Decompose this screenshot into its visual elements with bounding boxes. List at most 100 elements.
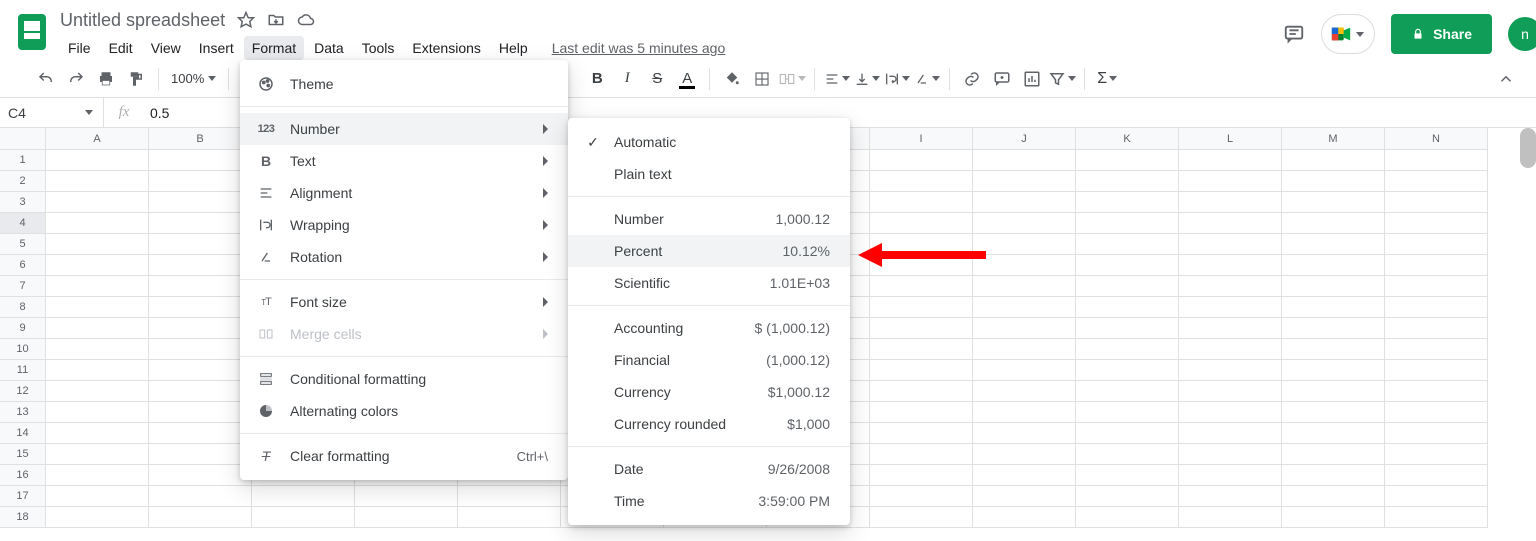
row-header[interactable]: 3 [0,192,46,213]
menu-insert[interactable]: Insert [191,36,242,60]
number-format-time[interactable]: Time 3:59:00 PM [568,485,850,517]
cell[interactable] [1179,213,1282,234]
cell[interactable] [252,486,355,507]
cell[interactable] [1076,507,1179,528]
cell[interactable] [149,213,252,234]
cell[interactable] [973,465,1076,486]
row-header[interactable]: 10 [0,339,46,360]
cell[interactable] [149,339,252,360]
column-header[interactable]: K [1076,128,1179,150]
column-header[interactable]: A [46,128,149,150]
cell[interactable] [149,318,252,339]
cell[interactable] [1282,318,1385,339]
row-header[interactable]: 16 [0,465,46,486]
cell[interactable] [149,297,252,318]
cell[interactable] [1385,486,1488,507]
cell[interactable] [1385,339,1488,360]
cell[interactable] [870,213,973,234]
select-all-corner[interactable] [0,128,46,150]
cell[interactable] [973,150,1076,171]
cell[interactable] [46,423,149,444]
account-avatar[interactable]: n [1508,17,1536,51]
cell[interactable] [1076,360,1179,381]
cell[interactable] [870,234,973,255]
cell[interactable] [870,339,973,360]
cell[interactable] [1076,465,1179,486]
cell[interactable] [1179,150,1282,171]
cell[interactable] [870,318,973,339]
cell[interactable] [973,255,1076,276]
row-header[interactable]: 4 [0,213,46,234]
cell[interactable] [870,192,973,213]
format-menu-rotation[interactable]: Rotation [240,241,568,273]
sheets-logo[interactable] [12,12,52,52]
cell[interactable] [1282,255,1385,276]
number-format-date[interactable]: Date 9/26/2008 [568,453,850,485]
cell[interactable] [149,234,252,255]
cell[interactable] [149,381,252,402]
cell[interactable] [46,507,149,528]
format-menu-wrapping[interactable]: Wrapping [240,209,568,241]
number-format-percent[interactable]: Percent 10.12% [568,235,850,267]
cell[interactable] [870,507,973,528]
row-header[interactable]: 7 [0,276,46,297]
column-header[interactable]: L [1179,128,1282,150]
cell[interactable] [870,255,973,276]
row-header[interactable]: 14 [0,423,46,444]
cell[interactable] [458,507,561,528]
cell[interactable] [1076,276,1179,297]
cell[interactable] [973,486,1076,507]
cell[interactable] [1282,192,1385,213]
format-menu-number[interactable]: 123 Number [240,113,568,145]
row-header[interactable]: 12 [0,381,46,402]
cell[interactable] [149,465,252,486]
cell[interactable] [973,360,1076,381]
format-menu-theme[interactable]: Theme [240,68,568,100]
vertical-align-button[interactable] [853,65,881,93]
cell[interactable] [870,486,973,507]
vertical-scrollbar[interactable] [1520,128,1536,168]
collapse-toolbar-button[interactable] [1492,65,1520,93]
row-header[interactable]: 8 [0,297,46,318]
borders-button[interactable] [748,65,776,93]
format-menu-text[interactable]: B Text [240,145,568,177]
cell[interactable] [1282,297,1385,318]
cell[interactable] [1385,381,1488,402]
cell[interactable] [1179,192,1282,213]
cell[interactable] [149,171,252,192]
cell[interactable] [46,360,149,381]
row-header[interactable]: 9 [0,318,46,339]
cell[interactable] [46,465,149,486]
cell[interactable] [1076,150,1179,171]
cell[interactable] [46,213,149,234]
insert-chart-button[interactable] [1018,65,1046,93]
cell[interactable] [870,465,973,486]
cell[interactable] [46,339,149,360]
cell[interactable] [1385,213,1488,234]
cell[interactable] [870,423,973,444]
cell[interactable] [1076,339,1179,360]
functions-button[interactable]: Σ [1093,65,1121,93]
menu-help[interactable]: Help [491,36,536,60]
cell[interactable] [46,276,149,297]
cell[interactable] [1385,423,1488,444]
menu-view[interactable]: View [143,36,189,60]
cell[interactable] [149,507,252,528]
cell[interactable] [1282,402,1385,423]
cell[interactable] [973,423,1076,444]
paint-format-button[interactable] [122,65,150,93]
menu-format[interactable]: Format [244,36,304,60]
cell[interactable] [973,402,1076,423]
cell[interactable] [1179,276,1282,297]
cell[interactable] [973,171,1076,192]
menu-extensions[interactable]: Extensions [404,36,488,60]
format-menu-font-size[interactable]: TT Font size [240,286,568,318]
undo-button[interactable] [32,65,60,93]
cell[interactable] [973,444,1076,465]
cell[interactable] [1385,276,1488,297]
horizontal-align-button[interactable] [823,65,851,93]
cell[interactable] [1179,297,1282,318]
cell[interactable] [355,507,458,528]
name-box[interactable]: C4 [0,98,104,127]
number-format-accounting[interactable]: Accounting $ (1,000.12) [568,312,850,344]
